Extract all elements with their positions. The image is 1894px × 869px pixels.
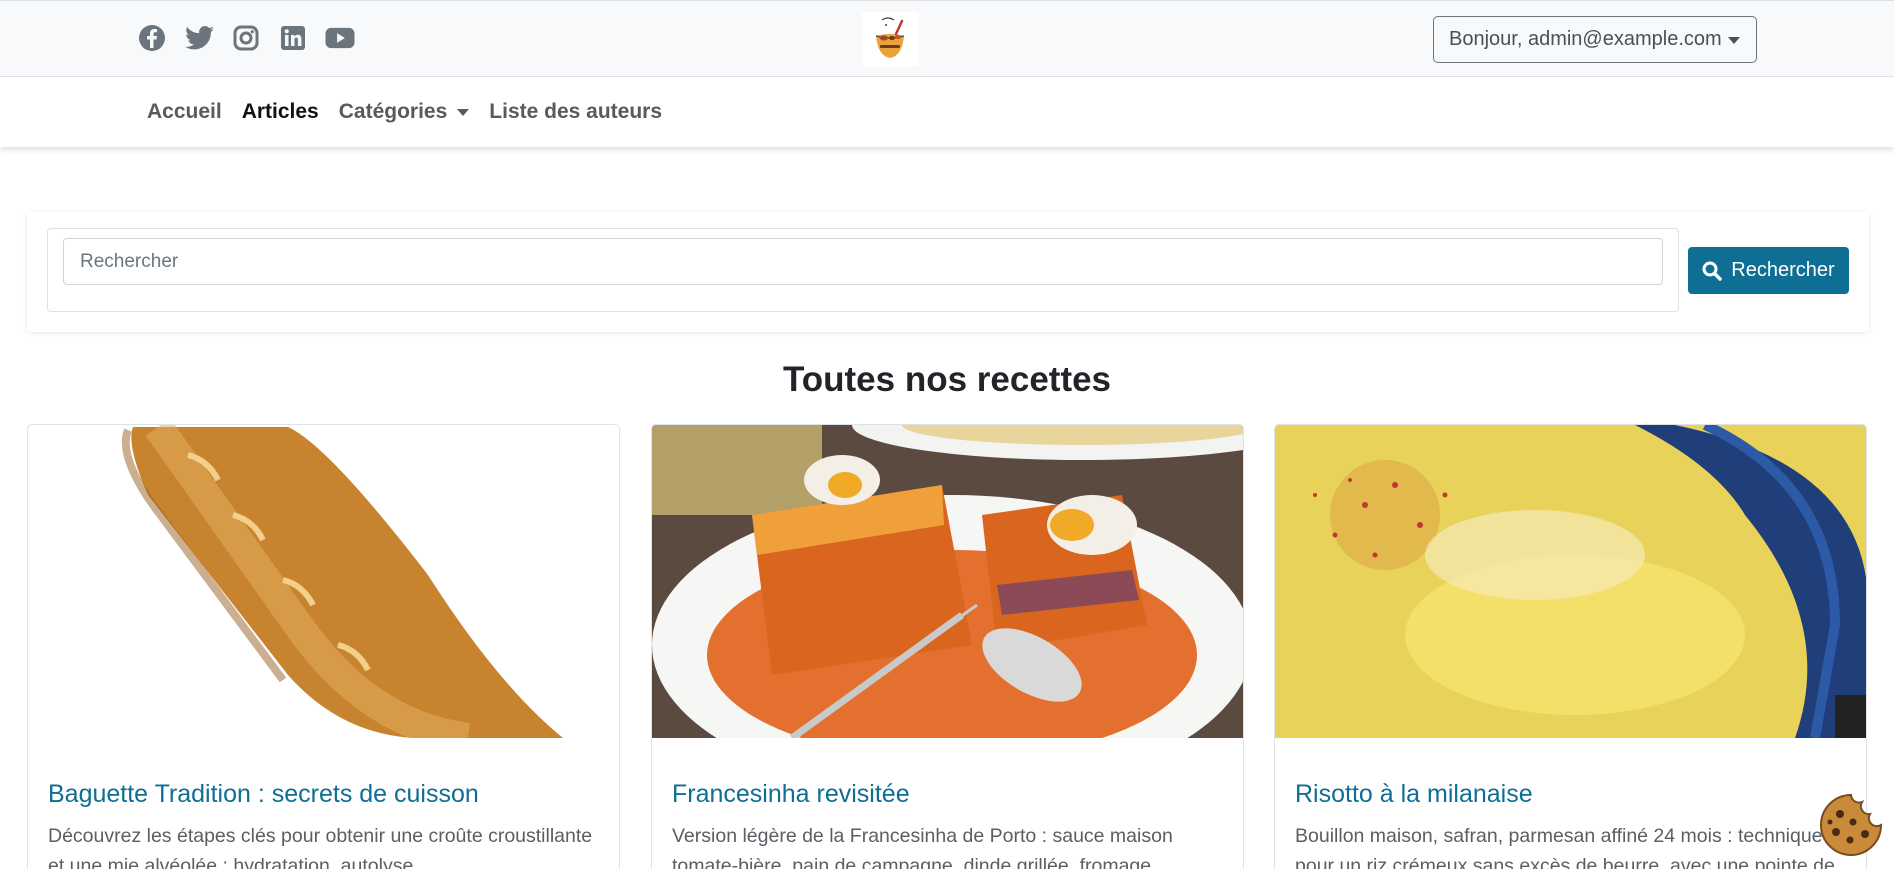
search-button-label: Rechercher xyxy=(1731,259,1835,281)
page-title: Toutes nos recettes xyxy=(782,360,1112,399)
card-excerpt: Version légère de la Francesinha de Port… xyxy=(672,825,1173,869)
linkedin-icon[interactable] xyxy=(278,23,308,53)
nav-item-articles[interactable]: Articles xyxy=(242,100,319,124)
top-header: Bonjour, admin@example.com xyxy=(0,0,1894,77)
search-button[interactable]: Rechercher xyxy=(1688,247,1849,294)
user-menu-dropdown[interactable]: Bonjour, admin@example.com xyxy=(1433,16,1757,63)
instagram-icon[interactable] xyxy=(231,23,261,53)
card-excerpt: Bouillon maison, safran, parmesan affiné… xyxy=(1295,825,1835,869)
card-title[interactable]: Baguette Tradition : secrets de cuisson xyxy=(48,780,479,809)
nav-item-categories[interactable]: Catégories xyxy=(339,100,470,124)
search-card: Rechercher xyxy=(27,212,1869,332)
card-title[interactable]: Francesinha revisitée xyxy=(672,780,910,809)
cookie-consent-icon[interactable] xyxy=(1818,792,1884,858)
facebook-icon[interactable] xyxy=(137,23,167,53)
social-links xyxy=(137,23,355,53)
recipe-card[interactable]: Baguette Tradition : secrets de cuisson … xyxy=(27,424,620,869)
search-icon xyxy=(1702,261,1723,281)
nav-item-accueil[interactable]: Accueil xyxy=(147,100,222,124)
card-title[interactable]: Risotto à la milanaise xyxy=(1295,780,1533,809)
search-form xyxy=(47,228,1679,312)
twitter-icon[interactable] xyxy=(184,23,214,53)
main-navbar: Accueil Articles Catégories Liste des au… xyxy=(0,77,1894,147)
user-menu-label: Bonjour, admin@example.com xyxy=(1449,28,1722,50)
recipe-card[interactable]: Risotto à la milanaise Bouillon maison, … xyxy=(1274,424,1867,869)
card-excerpt: Découvrez les étapes clés pour obtenir u… xyxy=(48,825,593,869)
baguette-photo[interactable] xyxy=(28,425,619,738)
nav-links: Accueil Articles Catégories Liste des au… xyxy=(147,77,662,147)
youtube-icon[interactable] xyxy=(325,23,355,53)
francesinha-photo[interactable] xyxy=(652,425,1243,738)
recipe-card[interactable]: Francesinha revisitée Version légère de … xyxy=(651,424,1244,869)
chevron-down-icon xyxy=(457,108,470,116)
chevron-down-icon xyxy=(1728,37,1740,44)
risotto-photo[interactable] xyxy=(1275,425,1866,738)
search-input[interactable] xyxy=(63,238,1663,285)
site-logo[interactable] xyxy=(862,12,919,67)
nav-item-authors[interactable]: Liste des auteurs xyxy=(489,100,662,124)
